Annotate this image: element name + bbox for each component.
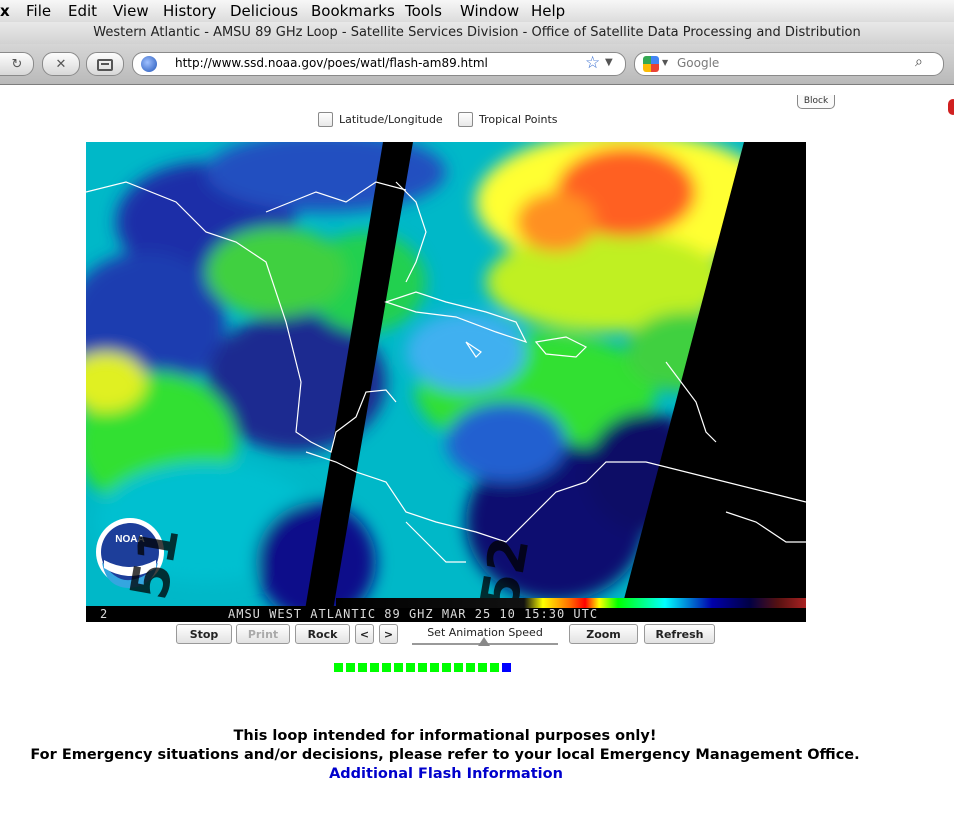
google-icon[interactable] [643,56,659,72]
frame-indicator-square[interactable] [370,663,379,672]
stop-button[interactable]: Stop [176,624,232,644]
lat-lon-checkbox[interactable] [318,112,333,127]
block-tab[interactable]: Block [797,95,835,109]
search-placeholder[interactable]: Google [677,56,719,70]
reload-button[interactable]: ↻ [0,52,34,76]
search-icon[interactable]: ⌕ [915,54,923,70]
stop-loading-button[interactable]: ✕ [42,52,80,76]
bookmark-star-icon[interactable]: ☆ [585,53,600,73]
frame-indicator-square[interactable] [394,663,403,672]
refresh-button[interactable]: Refresh [644,624,715,644]
menu-window[interactable]: Window [460,2,519,20]
speed-slider-thumb[interactable] [477,637,490,646]
menu-history[interactable]: History [163,2,216,20]
frame-indicator-square[interactable] [358,663,367,672]
print-button[interactable]: Print [236,624,290,644]
next-frame-button[interactable]: > [379,624,398,644]
zoom-button[interactable]: Zoom [569,624,638,644]
address-bar[interactable]: http://www.ssd.noaa.gov/poes/watl/flash-… [132,52,626,76]
search-bar[interactable]: ▼ Google ⌕ [634,52,944,76]
home-button[interactable] [86,52,124,76]
frame-indicator-square[interactable] [346,663,355,672]
site-favicon-icon [141,56,157,72]
menu-file[interactable]: File [26,2,51,20]
lat-lon-label[interactable]: Latitude/Longitude [339,113,443,126]
swath-label-west: 51 [120,523,192,605]
url-text[interactable]: http://www.ssd.noaa.gov/poes/watl/flash-… [175,56,488,70]
additional-flash-info-link[interactable]: Additional Flash Information [0,766,892,782]
frame-indicator-square[interactable] [490,663,499,672]
caption-text: AMSU WEST ATLANTIC 89 GHZ MAR 25 10 15:3… [228,607,599,621]
frame-indicator-square[interactable] [406,663,415,672]
addon-icon[interactable] [948,99,954,115]
disclaimer-line-1: This loop intended for informational pur… [233,728,657,744]
frame-indicator-square[interactable] [454,663,463,672]
frame-indicator-square[interactable] [478,663,487,672]
search-engine-dropdown-icon[interactable]: ▼ [662,58,668,67]
frame-indicator-square[interactable] [382,663,391,672]
menu-delicious[interactable]: Delicious [230,2,298,20]
reload-icon: ↻ [11,56,23,72]
browser-toolbar: ↻ ✕ http://www.ssd.noaa.gov/poes/watl/fl… [0,44,954,115]
frame-indicator-square[interactable] [430,663,439,672]
window-title: Western Atlantic - AMSU 89 GHz Loop - Sa… [0,22,954,44]
frame-indicator-square[interactable] [442,663,451,672]
home-icon [97,59,113,71]
frame-indicator-square[interactable] [418,663,427,672]
tropical-points-label[interactable]: Tropical Points [479,113,558,126]
disclaimer-line-2: For Emergency situations and/or decision… [30,747,860,763]
menu-edit[interactable]: Edit [68,2,97,20]
frame-indicator-square[interactable] [502,663,511,672]
prev-frame-button[interactable]: < [355,624,374,644]
frame-indicator [334,663,511,672]
map-caption: 2 AMSU WEST ATLANTIC 89 GHZ MAR 25 10 15… [86,606,806,622]
menu-tools[interactable]: Tools [405,2,442,20]
rock-button[interactable]: Rock [295,624,350,644]
frame-number: 2 [100,607,109,621]
menu-view[interactable]: View [113,2,149,20]
menu-bookmarks[interactable]: Bookmarks [311,2,395,20]
menu-help[interactable]: Help [531,2,565,20]
app-menu-icon[interactable]: x [0,2,10,20]
url-dropdown-icon[interactable]: ▼ [605,57,613,68]
frame-indicator-square[interactable] [466,663,475,672]
tropical-points-checkbox[interactable] [458,112,473,127]
frame-indicator-square[interactable] [334,663,343,672]
close-icon: ✕ [55,56,67,72]
satellite-loop-image: NOAA 51 52 [86,142,806,622]
menu-bar: x File Edit View History Delicious Bookm… [0,0,954,23]
